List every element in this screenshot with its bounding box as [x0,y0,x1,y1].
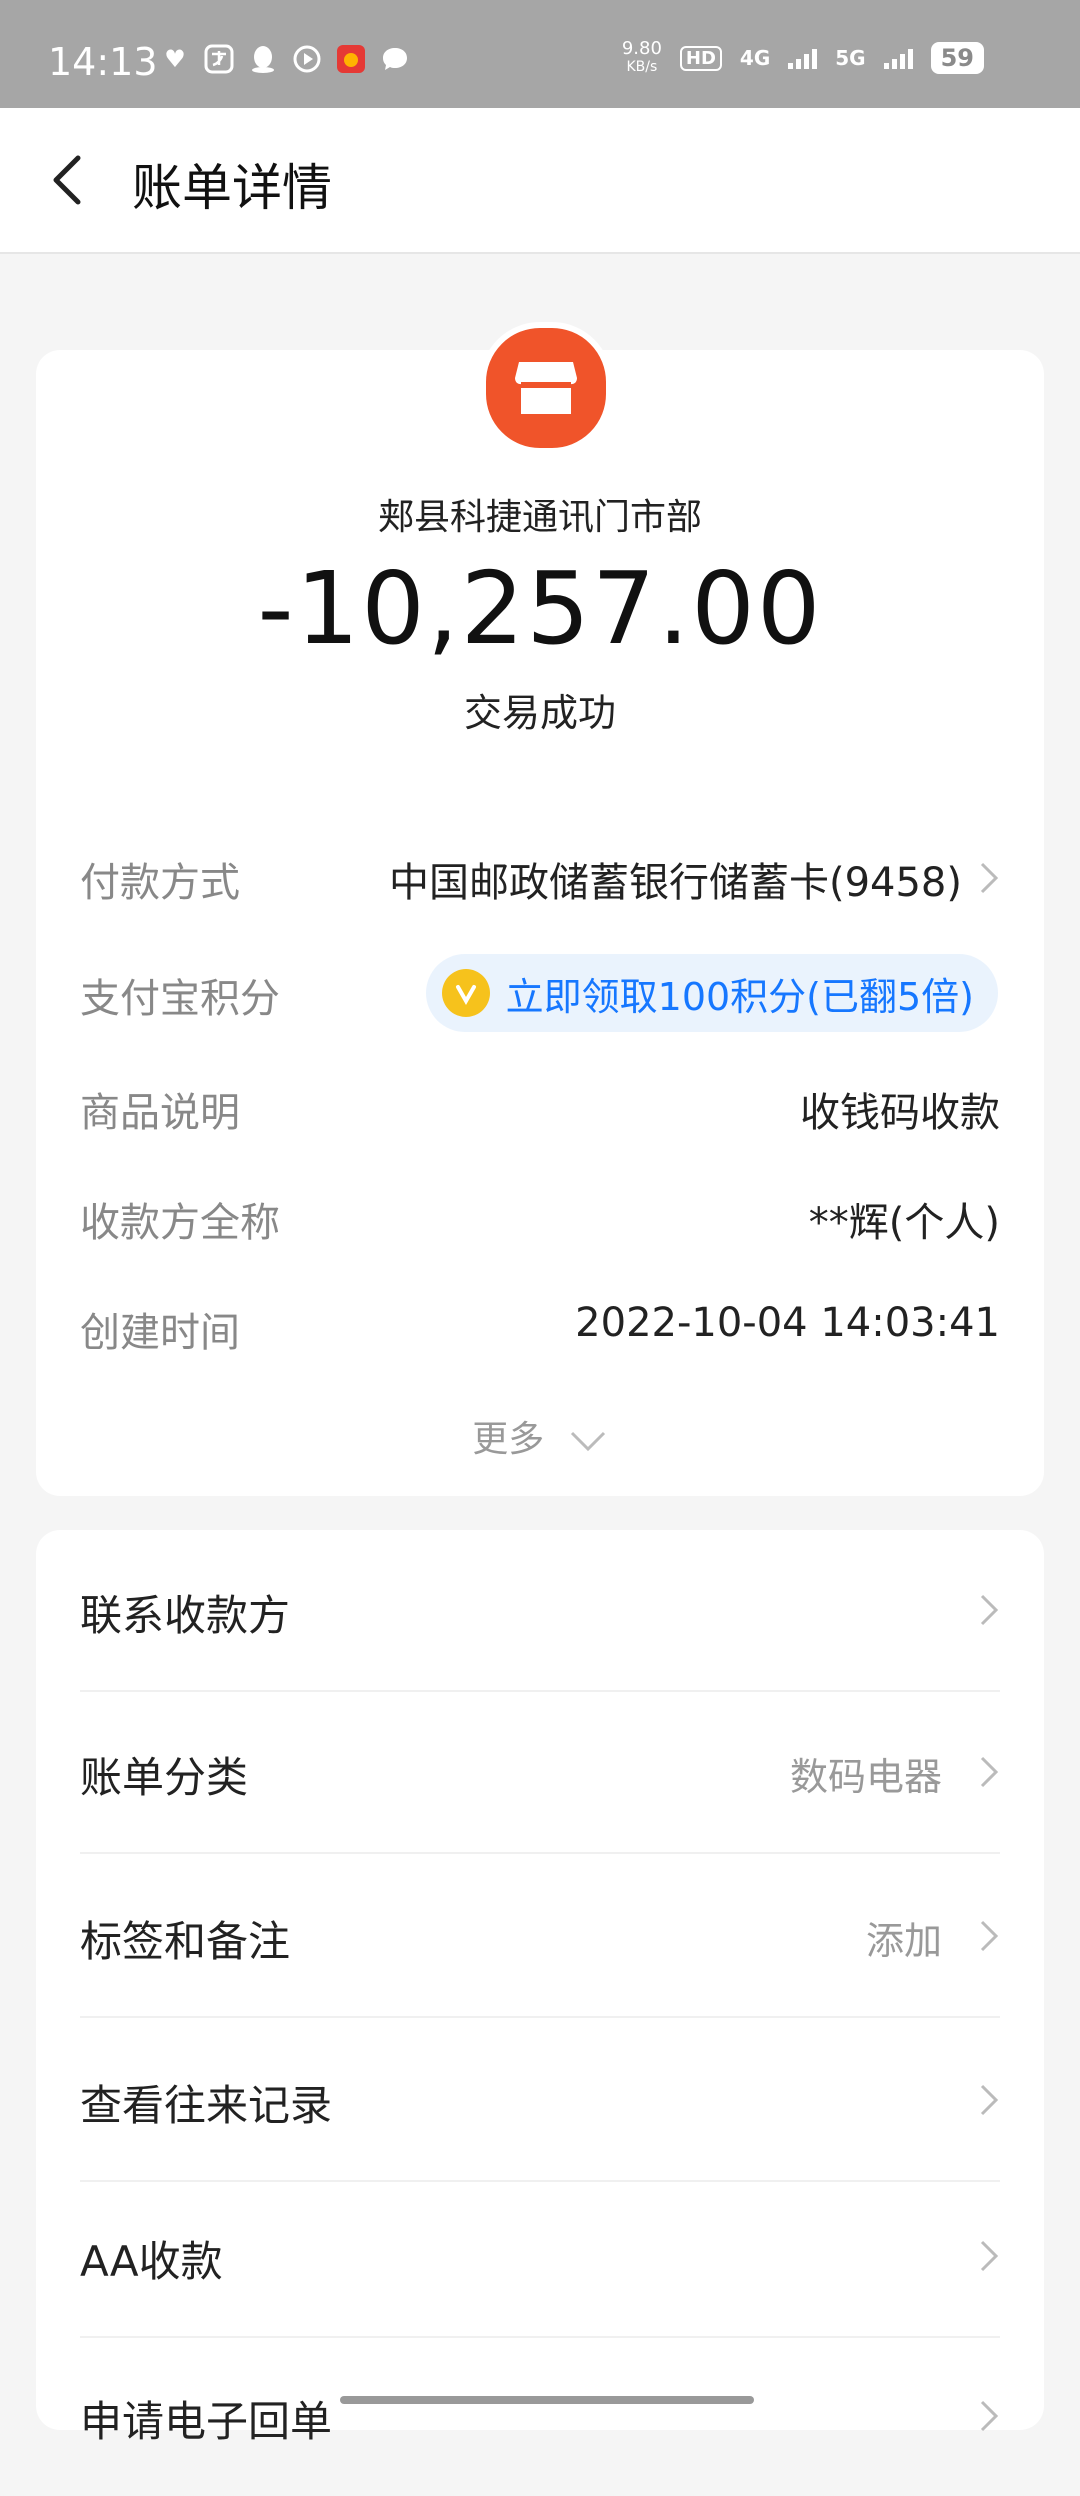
payment-method-row[interactable]: 付款方式 中国邮政储蓄银行储蓄卡(9458) [80,850,1000,910]
claim-points-button[interactable]: 立即领取100积分(已翻5倍) [425,954,998,1032]
notification-icons: ♥ [160,44,410,74]
signal-icon [788,47,818,69]
points-label: 支付宝积分 [80,976,280,1022]
app-header: 账单详情 [0,108,1080,254]
created-time-row: 创建时间 2022-10-04 14:03:41 [80,1300,1000,1360]
qq-app-icon [248,44,278,74]
merchant-name: 郏县科捷通讯门市部 [377,497,702,538]
home-indicator[interactable] [340,2396,754,2404]
tags-notes-row[interactable]: 标签和备注 添加 [80,1856,1000,2018]
battery-icon: 59 [930,42,984,74]
chevron-right-icon [980,2400,999,2432]
action-value: 数码电器 [789,1755,942,1799]
item-desc-value: 收钱码收款 [800,1090,1000,1136]
net-speed: 9.80 KB/s [621,38,662,76]
play-app-icon [292,44,322,74]
page-title: 账单详情 [132,159,332,217]
heart-app-icon: ♥ [164,45,186,73]
alipay-app-icon [204,44,234,74]
action-label: AA收款 [80,2237,223,2286]
shop-icon [480,322,612,454]
action-label: 账单分类 [80,1753,249,1802]
chevron-right-icon [980,2084,999,2116]
points-row: 支付宝积分 立即领取100积分(已翻5倍) [80,954,1000,1032]
red-app-icon [336,44,366,74]
transaction-card: 郏县科捷通讯门市部 -10,257.00 交易成功 付款方式 中国邮政储蓄银行储… [36,350,1044,1496]
chevron-right-icon [980,862,999,894]
signal-icon-2 [883,47,913,69]
action-label: 标签和备注 [80,1917,291,1966]
chevron-right-icon [980,1920,999,1952]
payee-value: **辉(个人) [808,1200,1000,1246]
item-desc-row: 商品说明 收钱码收款 [80,1080,1000,1140]
payment-method-value: 中国邮政储蓄银行储蓄卡(9458) [388,860,962,906]
claim-points-text: 立即领取100积分(已翻5倍) [505,974,974,1019]
chevron-right-icon [980,1756,999,1788]
bill-category-row[interactable]: 账单分类 数码电器 [80,1692,1000,1854]
actions-card: 联系收款方 账单分类 数码电器 标签和备注 添加 查看往来记录 AA收款 申请电… [36,1530,1044,2446]
network-4g: 4G [739,46,771,70]
created-time-label: 创建时间 [80,1310,240,1356]
status-bar: 14:13 ♥ 9.80 KB/s HD 4G 5G 59 [0,0,1080,108]
back-button[interactable] [40,148,100,212]
aa-collect-row[interactable]: AA收款 [80,2176,1000,2338]
message-app-icon [380,44,410,74]
created-time-value: 2022-10-04 14:03:41 [575,1300,1000,1346]
more-toggle[interactable]: 更多 [36,1410,1044,1462]
history-row[interactable]: 查看往来记录 [80,2020,1000,2182]
hd-badge: HD [679,45,722,71]
chevron-right-icon [980,2240,999,2272]
action-label: 申请电子回单 [80,2397,333,2446]
chevron-left-icon [53,155,81,205]
payment-method-label: 付款方式 [80,860,240,906]
item-desc-label: 商品说明 [80,1090,240,1136]
status-time: 14:13 [48,40,158,84]
status-right: 9.80 KB/s HD 4G 5G 59 [622,40,984,76]
payee-row: 收款方全称 **辉(个人) [80,1190,1000,1250]
transaction-amount: -10,257.00 [257,550,823,667]
action-label: 查看往来记录 [80,2081,333,2130]
payee-label: 收款方全称 [80,1200,280,1246]
chevron-down-icon [568,1421,608,1462]
network-5g: 5G [835,46,866,70]
more-label: 更多 [472,1419,545,1460]
action-value: 添加 [865,1919,942,1963]
coin-icon [441,969,490,1017]
transaction-status: 交易成功 [463,691,616,735]
e-receipt-row[interactable]: 申请电子回单 [80,2336,1000,2496]
contact-payee-row[interactable]: 联系收款方 [80,1530,1000,1692]
action-label: 联系收款方 [80,1591,291,1640]
chevron-right-icon [980,1594,999,1626]
